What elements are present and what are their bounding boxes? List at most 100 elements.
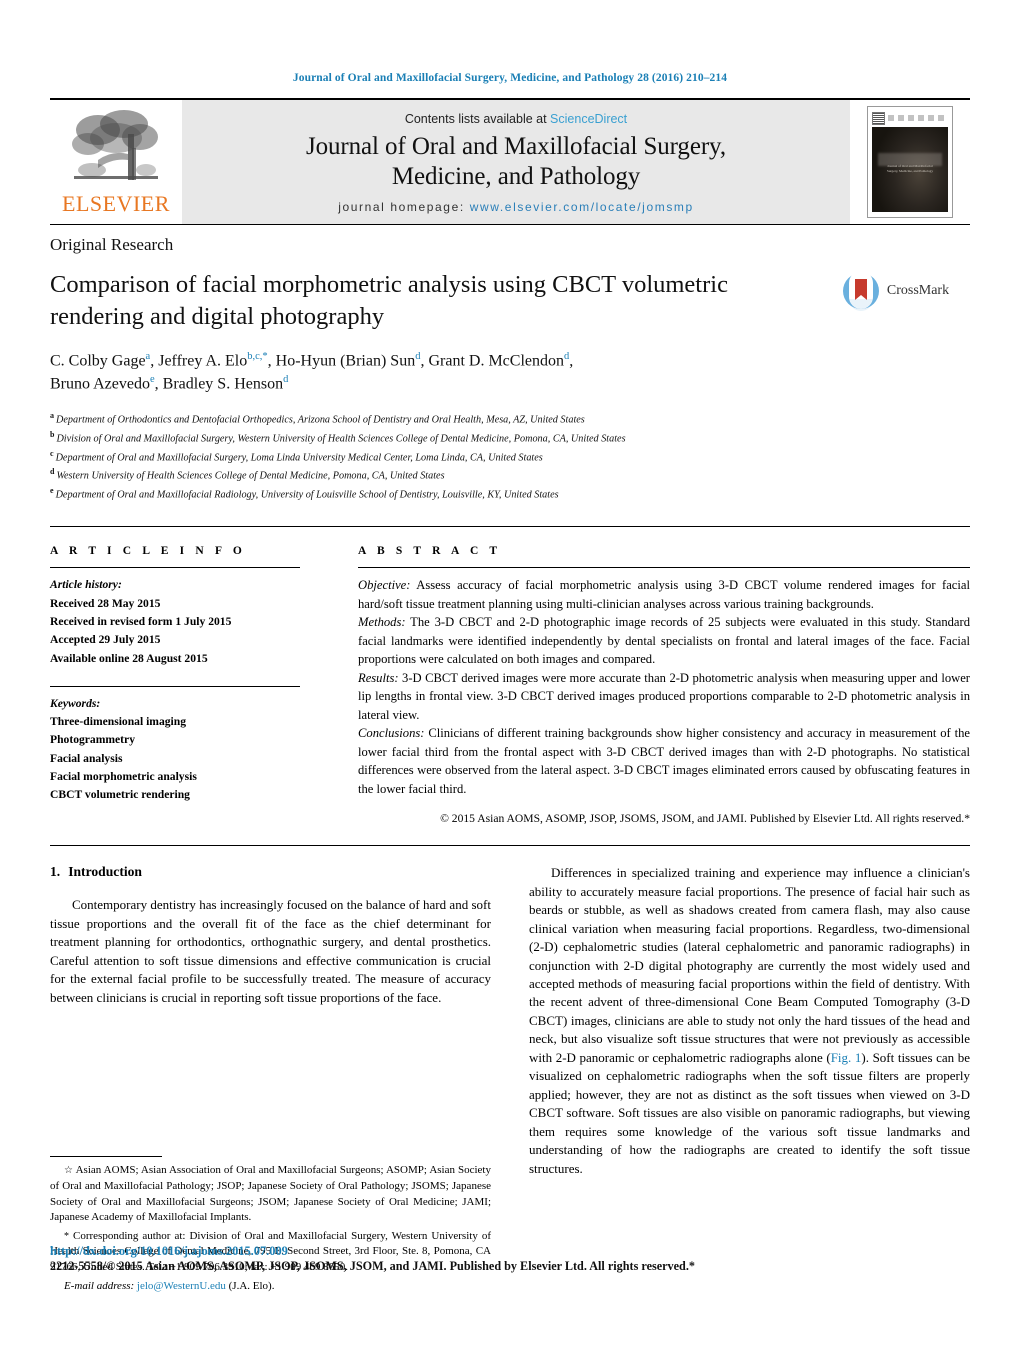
title-and-crossmark-row: Comparison of facial morphometric analys… [50, 269, 970, 396]
footnote-abbrev-symbol: ☆ [64, 1165, 74, 1177]
doi-link[interactable]: http://dx.doi.org/10.1016/j.ajoms.2015.0… [50, 1243, 970, 1259]
cover-logo-icon [872, 111, 885, 125]
keywords-label: Keywords: [50, 696, 101, 710]
intro-paragraph-1: Contemporary dentistry has increasingly … [50, 897, 491, 1005]
abstract-results-text: 3-D CBCT derived images were more accura… [358, 670, 970, 722]
elsevier-wordmark: ELSEVIER [62, 191, 170, 216]
keyword-item: CBCT volumetric rendering [50, 788, 190, 802]
cover-thumb: Journal of Oral and Maxillofacial Surger… [867, 106, 953, 218]
footnote-rule [50, 1156, 162, 1158]
affiliation-mark: c [50, 448, 54, 458]
cover-caption-line-2: Surgery, Medicine, and Pathology [886, 168, 934, 173]
crossmark-column: CrossMark [820, 269, 970, 396]
history-accepted: Accepted 29 July 2015 [50, 633, 161, 647]
article-history-label: Article history: [50, 578, 122, 592]
intro-paragraph-2-part-2: ). Soft tissues can be visualized on cep… [529, 1049, 971, 1176]
issn-copyright-line: 2212-5558/© 2015 Asian AOMS, ASOMP, JSOP… [50, 1259, 695, 1274]
article-info-column: A R T I C L E I N F O Article history: R… [50, 545, 300, 825]
abstract-results: Results: 3-D CBCT derived images were mo… [358, 669, 970, 725]
cover-header-text-placeholder [888, 115, 948, 121]
crossmark-badge[interactable]: CrossMark [841, 271, 949, 311]
keyword-item: Three-dimensional imaging [50, 715, 187, 729]
body-columns: 1. Introduction Contemporary dentistry ha… [50, 864, 970, 1294]
contents-prefix: Contents lists available at [404, 112, 551, 126]
author-sep-3: , Grant D. McClendon [420, 352, 564, 370]
journal-homepage-link[interactable]: www.elsevier.com/locate/jomsmp [470, 200, 694, 214]
author-sep-2: , Ho-Hyun (Brian) Sun [267, 352, 416, 370]
journal-band: Contents lists available at ScienceDirec… [182, 100, 850, 224]
author-gage: C. Colby Gage [50, 352, 146, 370]
intro-paragraph-2-part-1: Differences in specialized training and … [529, 865, 970, 1065]
abstract-rule [358, 567, 970, 569]
keyword-item: Facial morphometric analysis [50, 770, 197, 784]
journal-cover-thumbnail: Journal of Oral and Maxillofacial Surger… [850, 100, 970, 224]
abstract-methods: Methods: The 3-D CBCT and 2-D photograph… [358, 613, 970, 669]
abstract-conclusions-text: Clinicians of different training backgro… [358, 726, 970, 796]
affiliation-text: Western University of Health Sciences Co… [56, 470, 445, 482]
cover-artwork-image: Journal of Oral and Maxillofacial Surger… [872, 127, 948, 212]
affiliation-item: c Department of Oral and Maxillofacial Su… [50, 448, 970, 467]
sciencedirect-link[interactable]: ScienceDirect [550, 112, 627, 126]
running-head: Journal of Oral and Maxillofacial Surger… [292, 72, 728, 84]
affiliation-item: d Western University of Health Sciences C… [50, 466, 970, 485]
author-sep-4: , [569, 352, 574, 370]
keywords-rule [50, 685, 300, 687]
affiliation-mark: a [50, 410, 54, 420]
author-sep-1: , Jeffrey A. Elo [150, 352, 248, 370]
intro-paragraph-2: Differences in specialized training and … [529, 864, 970, 1178]
article-history-block: Article history: Received 28 May 2015 Re… [50, 576, 300, 668]
section-heading-introduction: 1. Introduction [50, 864, 491, 880]
masthead-bottom-rule [50, 224, 970, 225]
contents-list-line: Contents lists available at ScienceDirec… [405, 112, 627, 126]
page-footer: http://dx.doi.org/10.1016/j.ajoms.2015.0… [50, 1243, 970, 1275]
affiliation-mark: b [50, 429, 55, 439]
email-suffix: (J.A. Elo). [225, 1279, 275, 1292]
journal-article-page: Journal of Oral and Maxillofacial Surger… [0, 0, 1020, 1351]
abstract-results-label: Results: [358, 670, 399, 685]
abstract-column: A B S T R A C T Objective: Assess accura… [358, 545, 970, 825]
abstract-objective: Objective: Assess accuracy of facial mor… [358, 576, 970, 613]
article-info-heading: A R T I C L E I N F O [50, 545, 246, 558]
journal-title: Journal of Oral and Maxillofacial Surger… [306, 132, 726, 191]
abstract-heading: A B S T R A C T [358, 545, 502, 558]
figure-1-link[interactable]: Fig. 1 [831, 1050, 862, 1065]
abstract-bottom-rule [50, 845, 970, 847]
elsevier-tree-icon [72, 110, 158, 180]
email-label: E-mail address: [64, 1279, 135, 1292]
abstract-objective-text: Assess accuracy of facial morphometric a… [358, 578, 970, 611]
info-abstract-region: A R T I C L E I N F O Article history: R… [50, 526, 970, 825]
affiliation-text: Department of Oral and Maxillofacial Rad… [55, 489, 559, 501]
crossmark-icon [842, 271, 879, 311]
journal-homepage-line: journal homepage: www.elsevier.com/locat… [338, 200, 694, 214]
journal-title-line-1: Journal of Oral and Maxillofacial Surger… [306, 133, 726, 160]
cover-header-strip [872, 111, 948, 125]
keywords-block: Keywords: Three-dimensional imaging Phot… [50, 695, 300, 805]
email-address-link[interactable]: jelo@WesternU.edu [137, 1280, 226, 1292]
title-column: Comparison of facial morphometric analys… [50, 269, 820, 396]
journal-title-line-2: Medicine, and Pathology [391, 162, 641, 190]
abstract-methods-label: Methods: [358, 615, 406, 630]
keyword-item: Photogrammetry [50, 733, 135, 747]
body-column-left: 1. Introduction Contemporary dentistry ha… [50, 864, 491, 1294]
section-title: Introduction [68, 864, 142, 880]
affiliation-mark: e [50, 486, 54, 496]
crossmark-label: CrossMark [886, 283, 950, 298]
section-number: 1. [50, 864, 61, 880]
article-type-label: Original Research [50, 235, 174, 254]
journal-masthead: ELSEVIER Contents lists available at Sci… [50, 98, 970, 224]
article-info-rule [50, 567, 300, 569]
abstract-methods-text: The 3-D CBCT and 2-D photographic image … [358, 615, 970, 667]
author-azevedo: Bruno Azevedo [50, 375, 150, 393]
affiliation-text: Division of Oral and Maxillofacial Surge… [56, 433, 626, 445]
affiliation-item: e Department of Oral and Maxillofacial Ra… [50, 485, 970, 504]
affiliation-item: a Department of Orthodontics and Dentofac… [50, 410, 970, 429]
history-received: Received 28 May 2015 [50, 596, 161, 610]
affiliation-mark: d [50, 467, 55, 477]
history-revised: Received in revised form 1 July 2015 [50, 614, 232, 628]
abstract-conclusions-label: Conclusions: [358, 726, 425, 741]
affiliation-item: b Division of Oral and Maxillofacial Surg… [50, 429, 970, 448]
keyword-item: Facial analysis [50, 751, 123, 765]
affiliation-text: Department of Orthodontics and Dentofaci… [56, 414, 585, 426]
footnote-abbreviations: ☆ Asian AOMS; Asian Association of Oral … [50, 1163, 491, 1225]
